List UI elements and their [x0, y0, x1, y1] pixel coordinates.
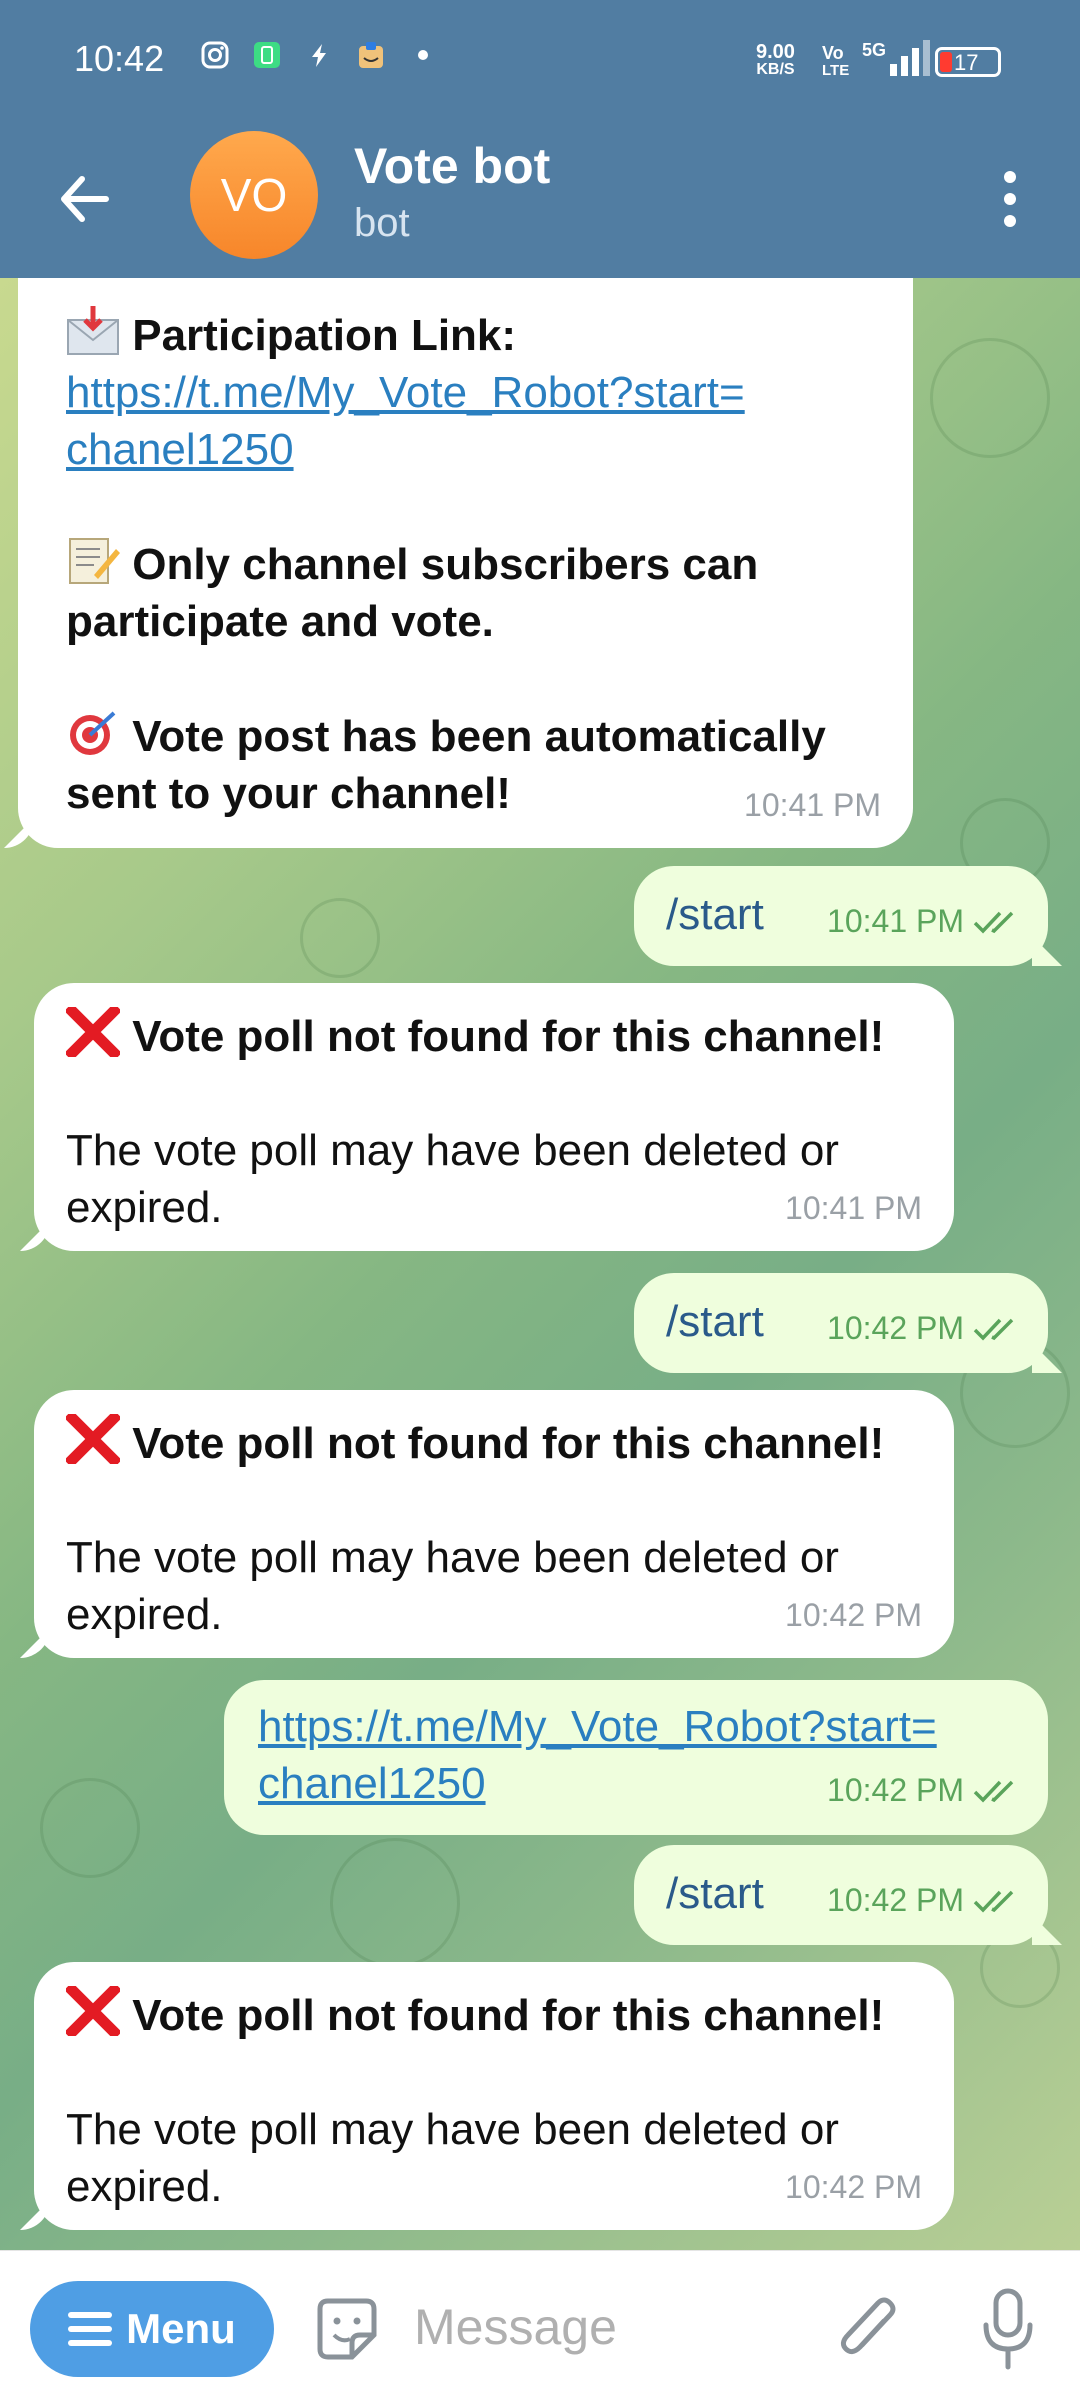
- incoming-message[interactable]: Vote poll not found for this channel! Th…: [20, 983, 954, 1251]
- dot-icon: [418, 50, 428, 60]
- subscribers-note: Only channel subscribers can: [132, 540, 759, 589]
- memo-icon: [69, 538, 120, 584]
- message-time: 10:42 PM: [827, 1772, 964, 1808]
- signal-icon: 5G: [862, 40, 931, 76]
- instagram-icon: [201, 41, 229, 69]
- double-check-icon: [973, 911, 1014, 934]
- outgoing-message[interactable]: /start 10:42 PM: [634, 1273, 1062, 1373]
- message-text: /start: [666, 1297, 764, 1346]
- amazon-icon: [359, 42, 383, 68]
- bolt-icon: [312, 44, 326, 67]
- error-title: Vote poll not found for this channel!: [132, 1012, 885, 1061]
- microphone-icon[interactable]: [978, 2287, 1038, 2371]
- message-time: 10:42 PM: [785, 1597, 922, 1633]
- envelope-icon: [67, 306, 119, 355]
- chat-area[interactable]: Participation Link: https://t.me/My_Vote…: [0, 278, 1080, 2250]
- error-title: Vote poll not found for this channel!: [132, 1419, 885, 1468]
- participation-link-cont[interactable]: chanel1250: [66, 421, 294, 478]
- avatar[interactable]: VO: [190, 131, 318, 259]
- error-body: The vote poll may have been deleted or: [66, 1533, 839, 1582]
- chat-title[interactable]: Vote bot: [354, 137, 550, 195]
- status-bar: 10:42 9.00 KB/S Vo LTE 5G 17: [0, 0, 1080, 125]
- message-time: 10:41 PM: [827, 903, 964, 939]
- message-time: 10:42 PM: [827, 1310, 964, 1346]
- menu-label: Menu: [126, 2305, 236, 2352]
- cross-mark-icon: [66, 1986, 120, 2036]
- incoming-message[interactable]: Participation Link: https://t.me/My_Vote…: [4, 278, 913, 848]
- chat-subtitle: bot: [354, 201, 410, 245]
- message-time: 10:42 PM: [827, 1882, 964, 1918]
- outgoing-message[interactable]: https://t.me/My_Vote_Robot?start= chanel…: [224, 1680, 1048, 1835]
- error-body: The vote poll may have been deleted or: [66, 1126, 839, 1175]
- error-body: The vote poll may have been deleted or: [66, 2105, 839, 2154]
- message-link-cont[interactable]: chanel1250: [258, 1755, 486, 1812]
- incoming-message[interactable]: Vote poll not found for this channel! Th…: [20, 1962, 954, 2230]
- double-check-icon: [973, 1890, 1014, 1913]
- message-time: 10:42 PM: [785, 2169, 922, 2205]
- composer-bar: Menu: [0, 2250, 1080, 2400]
- incoming-message[interactable]: Vote poll not found for this channel! Th…: [20, 1390, 954, 1658]
- phone-app-icon: [254, 42, 280, 68]
- volte-label: Vo: [822, 43, 844, 63]
- message-link[interactable]: https://t.me/My_Vote_Robot?start=: [258, 1698, 1048, 1755]
- message-input[interactable]: [414, 2287, 794, 2367]
- menu-icon: [68, 2312, 113, 2346]
- more-vert-icon[interactable]: [990, 165, 1030, 235]
- subscribers-note-cont: participate and vote.: [66, 597, 494, 646]
- sticker-icon[interactable]: [312, 2295, 382, 2365]
- top-bar: 10:42 9.00 KB/S Vo LTE 5G 17 VO Vote bot: [0, 0, 1080, 278]
- network-label: 5G: [862, 40, 887, 60]
- double-check-icon: [973, 1780, 1014, 1803]
- message-time: 10:41 PM: [744, 787, 881, 823]
- cross-mark-icon: [66, 1007, 120, 1057]
- battery-icon: 17: [935, 47, 1001, 77]
- dart-icon: [70, 711, 116, 755]
- net-speed-value: 9.00: [756, 41, 795, 63]
- battery-level: 17: [954, 50, 979, 75]
- net-speed: 9.00 KB/S: [756, 42, 795, 78]
- double-check-icon: [973, 1318, 1014, 1341]
- participation-label: Participation Link:: [132, 311, 517, 360]
- chat-header: VO Vote bot bot: [0, 125, 1080, 278]
- back-arrow-icon[interactable]: [54, 169, 114, 229]
- vote-post-note: Vote post has been automatically: [132, 712, 826, 761]
- menu-button[interactable]: Menu: [30, 2281, 274, 2377]
- outgoing-message[interactable]: /start 10:42 PM: [634, 1845, 1062, 1945]
- outgoing-message[interactable]: /start 10:41 PM: [634, 866, 1062, 966]
- paperclip-icon[interactable]: [832, 2291, 904, 2367]
- notification-icons: [200, 40, 438, 70]
- message-text: /start: [666, 1869, 764, 1918]
- status-time: 10:42: [74, 38, 165, 79]
- volte-indicator: Vo LTE: [822, 44, 849, 80]
- message-text: /start: [666, 890, 764, 939]
- participation-link[interactable]: https://t.me/My_Vote_Robot?start=: [66, 364, 865, 421]
- error-title: Vote poll not found for this channel!: [132, 1991, 885, 2040]
- lte-label: LTE: [822, 62, 850, 79]
- message-time: 10:41 PM: [785, 1190, 922, 1226]
- net-speed-unit: KB/S: [756, 61, 795, 78]
- cross-mark-icon: [66, 1414, 120, 1464]
